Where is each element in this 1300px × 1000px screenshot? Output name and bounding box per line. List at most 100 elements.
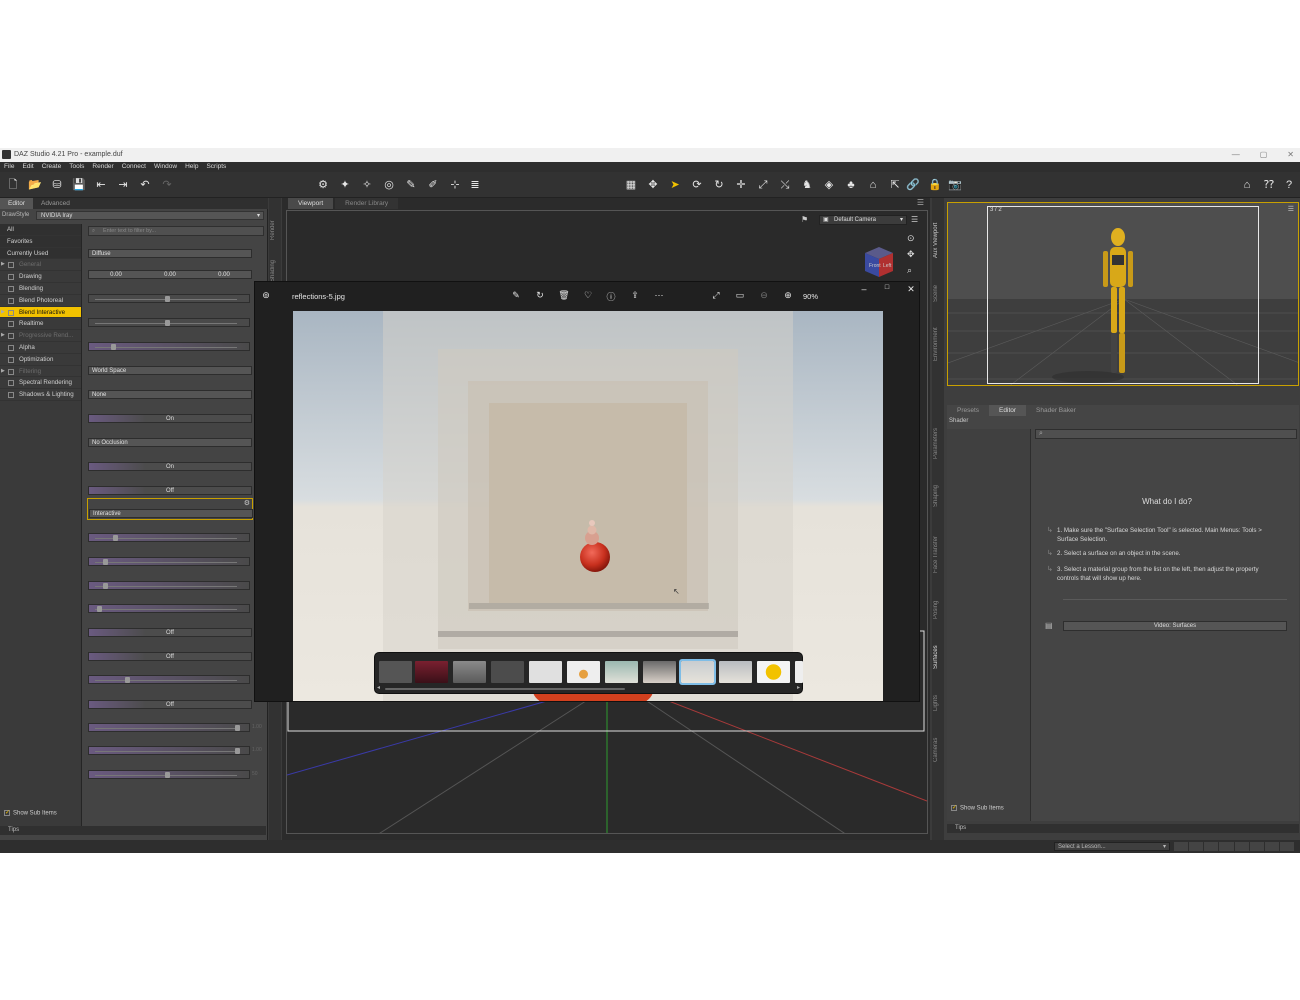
thumbnail[interactable] — [379, 661, 412, 683]
spot-render-tool-icon[interactable]: ✐ — [426, 178, 440, 192]
category-item[interactable]: Optimization — [0, 354, 81, 366]
render-icon[interactable]: ✦ — [338, 178, 352, 192]
geometry-editor-icon[interactable]: ♣ — [844, 178, 858, 192]
menu-tools[interactable]: Tools — [69, 162, 84, 172]
lock-icon[interactable]: 🔒 — [928, 178, 942, 192]
category-item[interactable]: Blending — [0, 283, 81, 295]
share-icon[interactable]: ⇪ — [629, 290, 641, 301]
prop-slider[interactable] — [88, 557, 250, 566]
node-selection-icon[interactable]: ➤ — [668, 178, 682, 192]
prop-slider[interactable] — [88, 675, 250, 684]
category-item[interactable]: Alpha — [0, 342, 81, 354]
minimize-button[interactable]: — — [1232, 148, 1240, 162]
prop-slider[interactable] — [88, 342, 250, 351]
expand-arrow-icon[interactable]: ▶ — [1, 259, 5, 271]
category-item[interactable]: ▶ Filtering — [0, 366, 81, 378]
show-sub-items-checkbox[interactable]: ✓ Show Sub Items — [4, 810, 57, 817]
category-item[interactable]: ▶ Blend Interactive — [0, 306, 81, 319]
tab-surface-editor[interactable]: Editor — [989, 405, 1027, 416]
redo-icon[interactable]: ↷ — [160, 178, 174, 192]
target-icon[interactable]: ⊹ — [448, 178, 462, 192]
prop-toggle-on[interactable]: On — [88, 462, 252, 471]
filter-search-input[interactable]: ⌕ Enter text to filter by... — [88, 226, 264, 236]
prop-slider[interactable] — [88, 604, 250, 613]
thumbnail[interactable] — [491, 661, 524, 683]
drawstyle-select[interactable]: NVIDIA Iray ▾ — [36, 211, 264, 220]
thumbnail-current[interactable] — [679, 659, 716, 685]
figure-icon[interactable]: ♞ — [800, 178, 814, 192]
prop-slider[interactable] — [88, 746, 250, 755]
vtab-posing[interactable]: Posing — [933, 596, 943, 624]
vtab-environment[interactable]: Environment — [933, 320, 943, 368]
tab-advanced[interactable]: Advanced — [33, 198, 78, 209]
thumbnail[interactable] — [719, 661, 752, 683]
camera-icon[interactable]: 📷 — [948, 178, 962, 192]
brush-icon[interactable]: ⌂ — [866, 178, 880, 192]
nav-cube[interactable]: Front Left — [861, 243, 897, 279]
delete-icon[interactable]: 🗑 — [558, 290, 570, 301]
thumbnail[interactable] — [567, 661, 600, 683]
prop-slider[interactable] — [88, 318, 250, 327]
menu-scripts[interactable]: Scripts — [206, 162, 226, 172]
more-icon[interactable]: ⋯ — [653, 290, 665, 301]
expand-arrow-icon[interactable]: ▶ — [1, 366, 5, 378]
spot-render-icon[interactable]: ✧ — [360, 178, 374, 192]
whats-this-icon[interactable]: ⁇ — [1262, 178, 1276, 192]
rotate-icon[interactable]: ↻ — [712, 178, 726, 192]
maximize-icon[interactable]: □ — [881, 284, 893, 291]
thumbnail[interactable] — [605, 661, 638, 683]
thumbnail[interactable] — [415, 661, 448, 683]
menu-create[interactable]: Create — [42, 162, 62, 172]
video-surfaces-button[interactable]: Video: Surfaces — [1063, 621, 1287, 631]
vtab-render[interactable]: Render — [270, 216, 280, 244]
vtab-aux-viewport[interactable]: Aux Viewport — [933, 214, 943, 266]
render-library-icon[interactable]: ◎ — [382, 178, 396, 192]
vtab-surfaces[interactable]: Surfaces — [933, 640, 943, 674]
tab-presets[interactable]: Presets — [947, 405, 989, 416]
thumbnail[interactable] — [795, 661, 803, 683]
vtab-shaping[interactable]: Shaping — [933, 480, 943, 512]
prop-slider[interactable] — [88, 533, 250, 542]
thumbnail[interactable] — [757, 661, 790, 683]
category-item[interactable]: Realtime — [0, 318, 81, 331]
aux-viewport[interactable]: 3 / 2 ☰ — [947, 202, 1299, 386]
menu-window[interactable]: Window — [154, 162, 177, 172]
orbit-icon[interactable]: ⟳ — [690, 178, 704, 192]
menu-help[interactable]: Help — [185, 162, 198, 172]
joint-editor-icon[interactable]: ⤯ — [778, 178, 792, 192]
thumbnail[interactable] — [529, 661, 562, 683]
zoom-camera-icon[interactable]: ⌕ — [907, 265, 912, 276]
prop-world-space-select[interactable]: World Space — [88, 366, 252, 375]
universal-tool-icon[interactable]: ✥ — [646, 178, 660, 192]
tab-viewport[interactable]: Viewport — [288, 198, 334, 209]
prop-interactive-select[interactable]: Interactive — [89, 509, 253, 518]
prop-slider[interactable] — [88, 723, 250, 732]
minimize-icon[interactable]: – — [858, 284, 870, 294]
vtab-scene[interactable]: Scene — [933, 280, 943, 306]
list-icon[interactable]: ≣ — [468, 178, 482, 192]
tab-editor[interactable]: Editor — [0, 198, 33, 209]
category-item[interactable]: ▶ Progressive Rend... — [0, 330, 81, 342]
category-currently-used[interactable]: Currently Used — [0, 247, 81, 260]
prop-toggle-off[interactable]: Off — [88, 652, 252, 661]
category-item[interactable]: Drawing — [0, 271, 81, 283]
undo-icon[interactable]: ↶ — [138, 178, 152, 192]
import-icon[interactable]: ⇤ — [94, 178, 108, 192]
prop-slider[interactable] — [88, 581, 250, 590]
favorite-icon[interactable]: ♡ — [582, 290, 594, 301]
fit-icon[interactable]: ▭ — [734, 290, 746, 301]
export-icon[interactable]: ⇥ — [116, 178, 130, 192]
prop-toggle-off[interactable]: Off — [88, 486, 252, 495]
orbit-camera-icon[interactable]: ⊙ — [907, 233, 915, 244]
render-settings-icon[interactable]: ⚙ — [316, 178, 330, 192]
surface-selection-icon[interactable]: ◈ — [822, 178, 836, 192]
panel-menu-icon[interactable]: ☰ — [917, 198, 924, 207]
merge-file-icon[interactable]: ⛁ — [50, 178, 64, 192]
surface-search-input[interactable]: ⌕ — [1035, 429, 1297, 439]
prop-no-occlusion-select[interactable]: No Occlusion — [88, 438, 252, 447]
show-sub-items-checkbox[interactable]: ✓ Show Sub Items — [951, 805, 1004, 812]
thumbnail[interactable] — [643, 661, 676, 683]
category-item[interactable]: Blend Photoreal — [0, 295, 81, 307]
grid-icon[interactable]: ▦ — [624, 178, 638, 192]
prop-toggle-on[interactable]: On — [88, 414, 252, 423]
